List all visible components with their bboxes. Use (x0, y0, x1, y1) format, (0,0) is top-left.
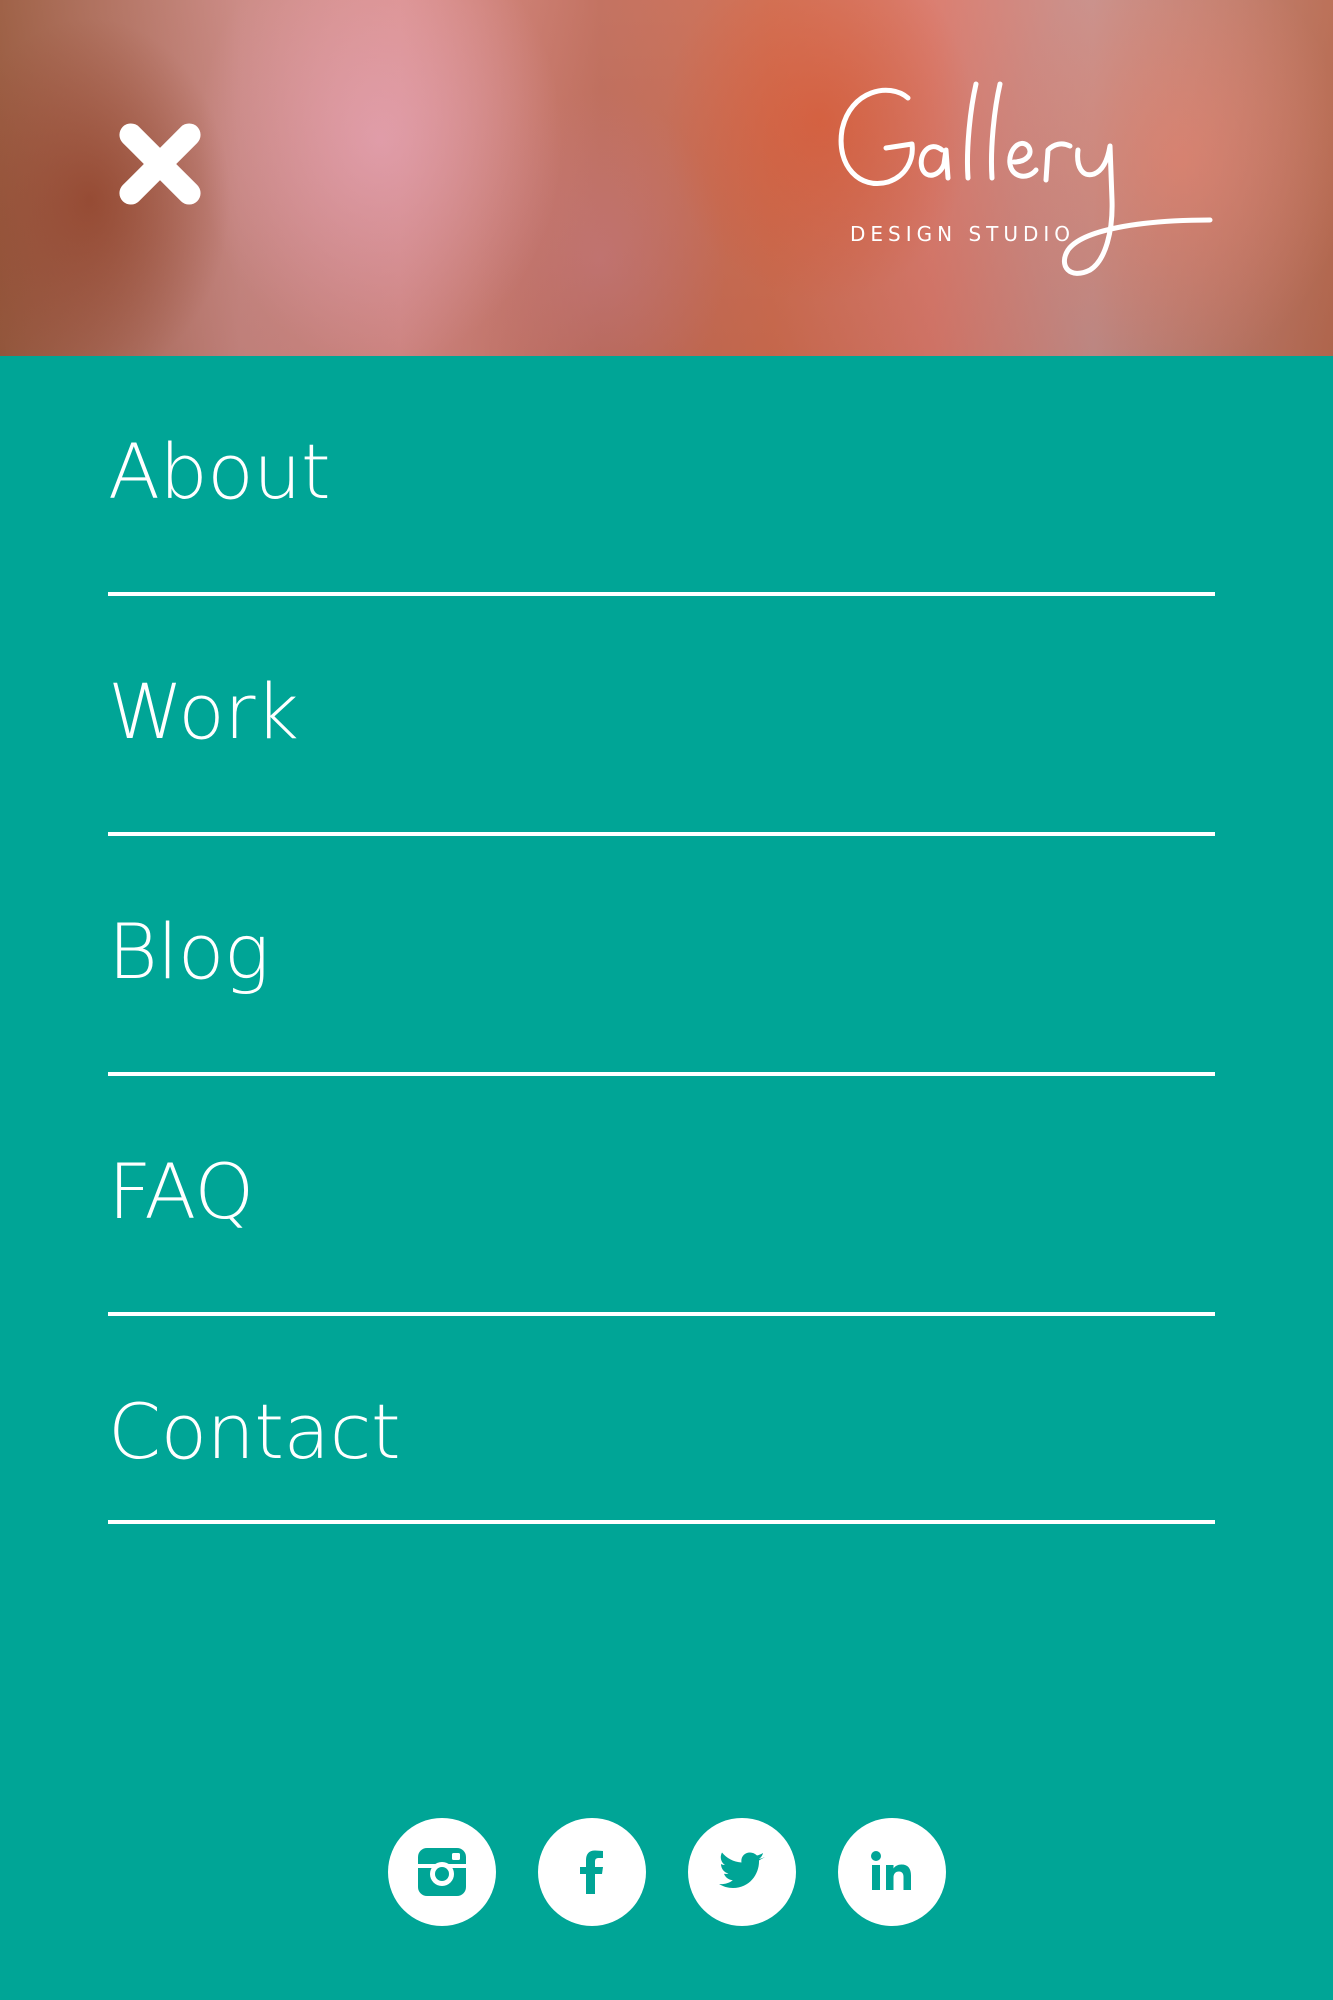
instagram-icon (417, 1848, 466, 1896)
instagram-button[interactable] (387, 1818, 496, 1926)
menu-item-about[interactable]: About (108, 356, 1215, 596)
menu-item-blog[interactable]: Blog (108, 836, 1215, 1076)
header-banner: DESIGN STUDIO (0, 0, 1333, 356)
close-icon (119, 123, 201, 205)
close-menu-button[interactable] (108, 112, 212, 216)
facebook-icon (579, 1850, 603, 1894)
menu-item-label: Work (108, 667, 299, 756)
menu-item-label: FAQ (108, 1147, 254, 1236)
linkedin-icon (870, 1851, 911, 1890)
main-navigation-menu: About Work Blog FAQ Contact (108, 356, 1215, 1524)
twitter-button[interactable] (687, 1818, 796, 1926)
menu-item-work[interactable]: Work (108, 596, 1215, 836)
twitter-icon (718, 1852, 765, 1888)
logo-tagline: DESIGN STUDIO (850, 222, 1076, 246)
facebook-button[interactable] (537, 1818, 646, 1926)
menu-item-contact[interactable]: Contact (108, 1316, 1215, 1524)
gallery-logo[interactable]: DESIGN STUDIO (830, 70, 1230, 320)
gallery-script-logo-icon (838, 81, 1213, 276)
menu-item-label: Contact (108, 1387, 401, 1476)
menu-item-faq[interactable]: FAQ (108, 1076, 1215, 1316)
linkedin-button[interactable] (837, 1818, 946, 1926)
menu-item-label: Blog (108, 907, 269, 996)
social-links (0, 1818, 1333, 1926)
menu-item-label: About (108, 427, 331, 516)
